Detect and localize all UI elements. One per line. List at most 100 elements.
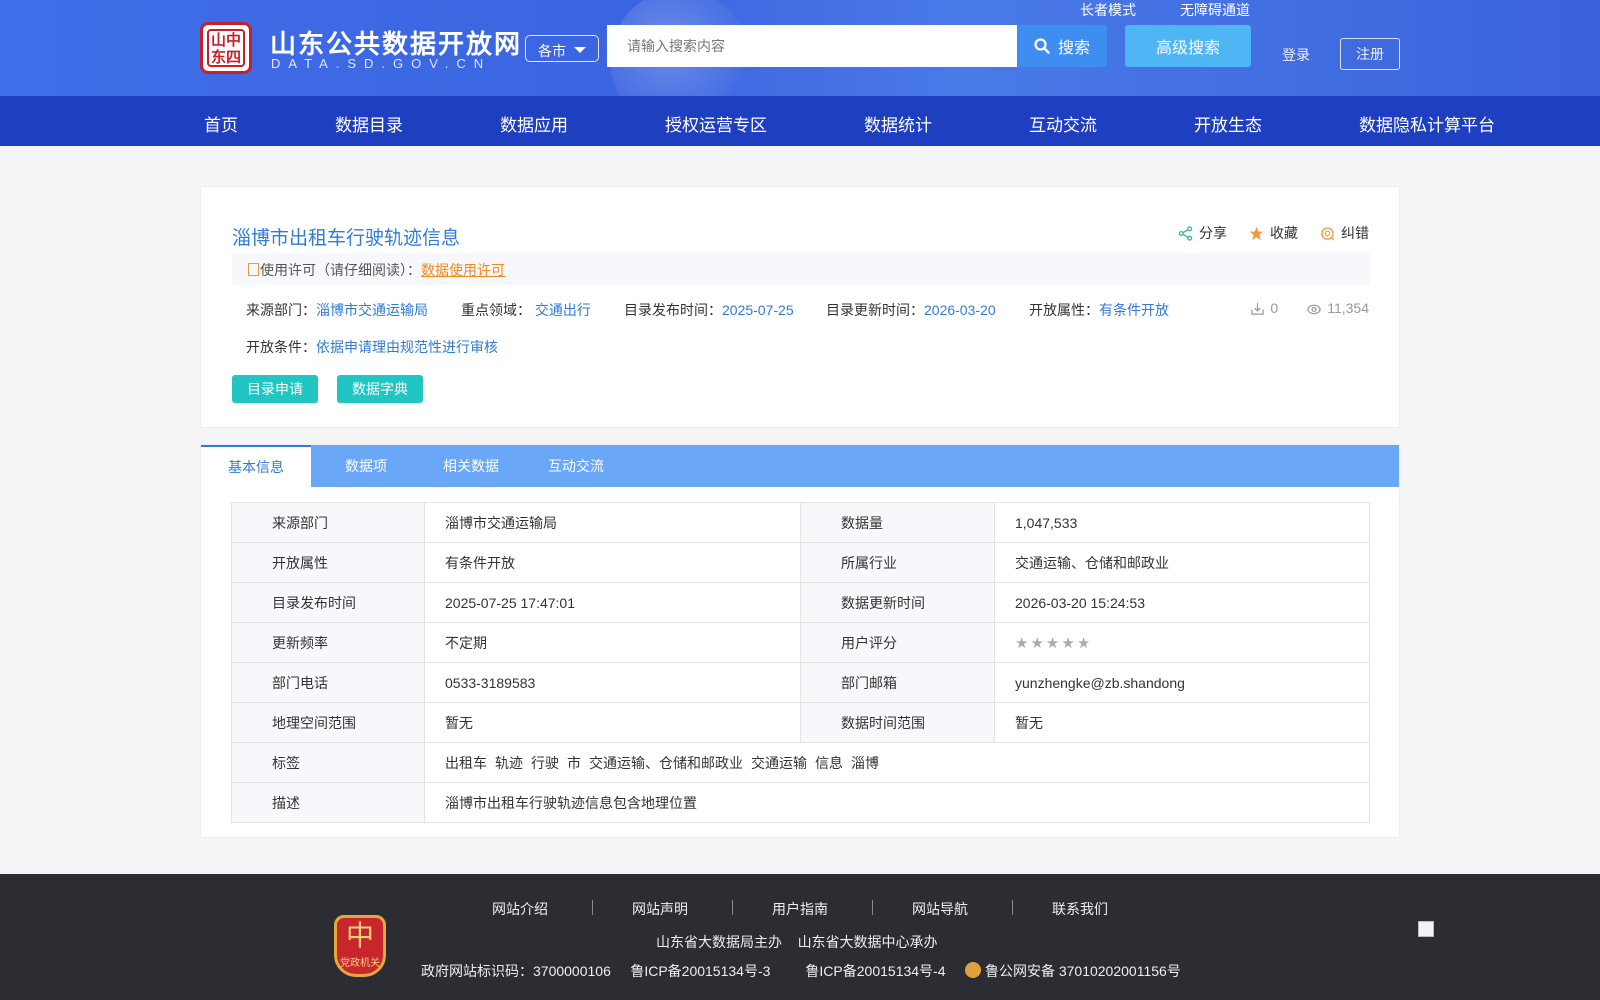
city-select[interactable]: 各市 (525, 35, 599, 62)
nav-interaction[interactable]: 互动交流 (1029, 111, 1097, 136)
share-button[interactable]: 分享 (1178, 223, 1227, 243)
catalog-apply-button[interactable]: 目录申请 (232, 375, 318, 403)
description-value: 淄博市出租车行驶轨迹信息包含地理位置 (424, 782, 1370, 823)
footer-divider (872, 900, 873, 915)
footer-link-statement[interactable]: 网站声明 (632, 899, 688, 919)
info-key: 部门邮箱 (800, 662, 995, 703)
footer-link-guide[interactable]: 用户指南 (772, 899, 828, 919)
table-row: 更新频率 不定期 用户评分 ★ ★ ★ ★ ★ (231, 622, 1370, 663)
tab-related-data[interactable]: 相关数据 (421, 445, 521, 487)
star-icon[interactable]: ★ (1015, 635, 1028, 652)
meta-publish-label: 目录发布时间： (624, 302, 722, 318)
table-row: 目录发布时间 2025-07-25 17:47:01 数据更新时间 2026-0… (231, 582, 1370, 623)
info-key: 地理空间范围 (231, 702, 425, 743)
nav-home[interactable]: 首页 (204, 111, 238, 136)
table-row: 来源部门 淄博市交通运输局 数据量 1,047,533 (231, 502, 1370, 543)
info-key: 标签 (231, 742, 425, 783)
dataset-summary-card: 淄博市出租车行驶轨迹信息 分享 收藏 纠错 使用许可（请仔细阅读）：数据使用许可… (200, 186, 1400, 428)
meta-field-label: 重点领域： (461, 302, 531, 318)
nav-ecosystem[interactable]: 开放生态 (1194, 111, 1262, 136)
meta-update: 目录更新时间：2026-03-20 (826, 300, 996, 320)
condition-value: 依据申请理由规范性进行审核 (316, 339, 498, 355)
user-rating[interactable]: ★ ★ ★ ★ ★ (994, 622, 1370, 663)
tag: 信息 (815, 754, 843, 771)
footer-organizer-text: 山东省大数据中心承办 (797, 934, 938, 950)
register-button[interactable]: 注册 (1340, 38, 1400, 70)
search-button-label: 搜索 (1057, 40, 1090, 57)
footer-registration: 政府网站标识码：3700000106 鲁ICP备20015134号-3 鲁ICP… (421, 961, 1181, 981)
star-icon[interactable]: ★ (1030, 635, 1043, 652)
footer-divider (732, 900, 733, 915)
meta-field: 重点领域： 交通出行 (461, 300, 591, 320)
site-logo[interactable]: 山中 东四 (200, 22, 252, 74)
icp-record-1[interactable]: 鲁ICP备20015134号-3 (630, 963, 770, 979)
tag: 市 (567, 754, 581, 771)
info-key: 开放属性 (231, 542, 425, 583)
login-link[interactable]: 登录 (1282, 45, 1310, 65)
meta-open-label: 开放属性： (1029, 302, 1099, 318)
star-icon[interactable]: ★ (1046, 635, 1059, 652)
star-icon (1249, 226, 1264, 240)
nav-data-stats[interactable]: 数据统计 (864, 111, 932, 136)
nav-privacy-computing[interactable]: 数据隐私计算平台 (1359, 111, 1495, 136)
tab-data-items[interactable]: 数据项 (311, 445, 421, 487)
search-icon (1034, 38, 1050, 54)
advanced-search-button[interactable]: 高级搜索 (1125, 25, 1251, 67)
table-row: 描述 淄博市出租车行驶轨迹信息包含地理位置 (231, 782, 1370, 823)
icp-record-2[interactable]: 鲁ICP备20015134号-4 (805, 963, 945, 979)
gov-badge-text: 党政机关 (340, 958, 380, 969)
police-badge-icon (964, 962, 981, 978)
footer-link-about[interactable]: 网站介绍 (492, 899, 548, 919)
meta-source: 来源部门：淄博市交通运输局 (246, 300, 428, 320)
table-row: 地理空间范围 暂无 数据时间范围 暂无 (231, 702, 1370, 743)
nav-data-apps[interactable]: 数据应用 (500, 111, 568, 136)
site-domain: DATA.SD.GOV.CN (271, 56, 492, 71)
table-row: 部门电话 0533-3189583 部门邮箱 yunzhengke@zb.sha… (231, 662, 1370, 703)
tab-basic-info[interactable]: 基本信息 (201, 445, 311, 487)
table-row: 标签 出租车 轨迹 行驶市交通运输、仓储和邮政业 交通运输 信息 淄博 (231, 742, 1370, 783)
tab-interaction[interactable]: 互动交流 (521, 445, 631, 487)
gov-badge-char: 中 (345, 919, 374, 952)
meta-publish: 目录发布时间：2025-07-25 (624, 300, 794, 320)
correct-button[interactable]: 纠错 (1320, 223, 1369, 243)
license-link[interactable]: 数据使用许可 (421, 262, 505, 278)
condition-label: 开放条件： (246, 339, 316, 355)
dataset-stats: 0 11,354 (1250, 300, 1369, 316)
meta-update-label: 目录更新时间： (826, 302, 924, 318)
tag: 轨迹 (495, 754, 523, 771)
favorite-button[interactable]: 收藏 (1249, 223, 1298, 243)
footer-divider (592, 900, 593, 915)
main-nav: 首页 数据目录 数据应用 授权运营专区 数据统计 互动交流 开放生态 数据隐私计… (0, 96, 1600, 146)
gov-agency-badge[interactable]: 中 党政机关 (334, 915, 386, 977)
nav-authorized-ops[interactable]: 授权运营专区 (665, 111, 767, 136)
footer-link-sitemap[interactable]: 网站导航 (912, 899, 968, 919)
search-button[interactable]: 搜索 (1017, 25, 1107, 67)
view-count-value: 11,354 (1327, 300, 1369, 316)
data-dictionary-button[interactable]: 数据字典 (337, 375, 423, 403)
meta-publish-value: 2025-07-25 (722, 302, 794, 318)
dataset-title: 淄博市出租车行驶轨迹信息 (232, 228, 461, 249)
meta-source-value[interactable]: 淄博市交通运输局 (316, 302, 428, 318)
table-row: 开放属性 有条件开放 所属行业 交通运输、仓储和邮政业 (231, 542, 1370, 583)
eye-icon (1307, 304, 1321, 314)
search-input[interactable] (607, 25, 1018, 67)
view-count: 11,354 (1306, 300, 1369, 316)
download-count-value: 0 (1270, 300, 1279, 316)
footer-link-contact[interactable]: 联系我们 (1052, 899, 1108, 919)
star-icon[interactable]: ★ (1077, 635, 1090, 652)
info-key: 描述 (231, 782, 425, 823)
nav-data-catalog[interactable]: 数据目录 (335, 111, 403, 136)
footer-host: 山东省大数据局主办 山东省大数据中心承办 (656, 932, 938, 952)
accessibility-link[interactable]: 无障碍通道 (1180, 0, 1250, 20)
police-record[interactable]: 鲁公网安备 37010202001156号 (985, 963, 1181, 979)
star-icon[interactable]: ★ (1061, 635, 1074, 652)
download-icon (1251, 302, 1265, 315)
info-value: 暂无 (994, 702, 1370, 743)
info-value: 不定期 (424, 622, 801, 663)
bookmark-icon (248, 263, 259, 276)
info-value: 淄博市交通运输局 (424, 502, 801, 543)
meta-field-value[interactable]: 交通出行 (535, 302, 591, 318)
elder-mode-link[interactable]: 长者模式 (1080, 0, 1136, 20)
info-key: 数据量 (800, 502, 995, 543)
tag: 交通运输、仓储和邮政业 (589, 754, 743, 771)
